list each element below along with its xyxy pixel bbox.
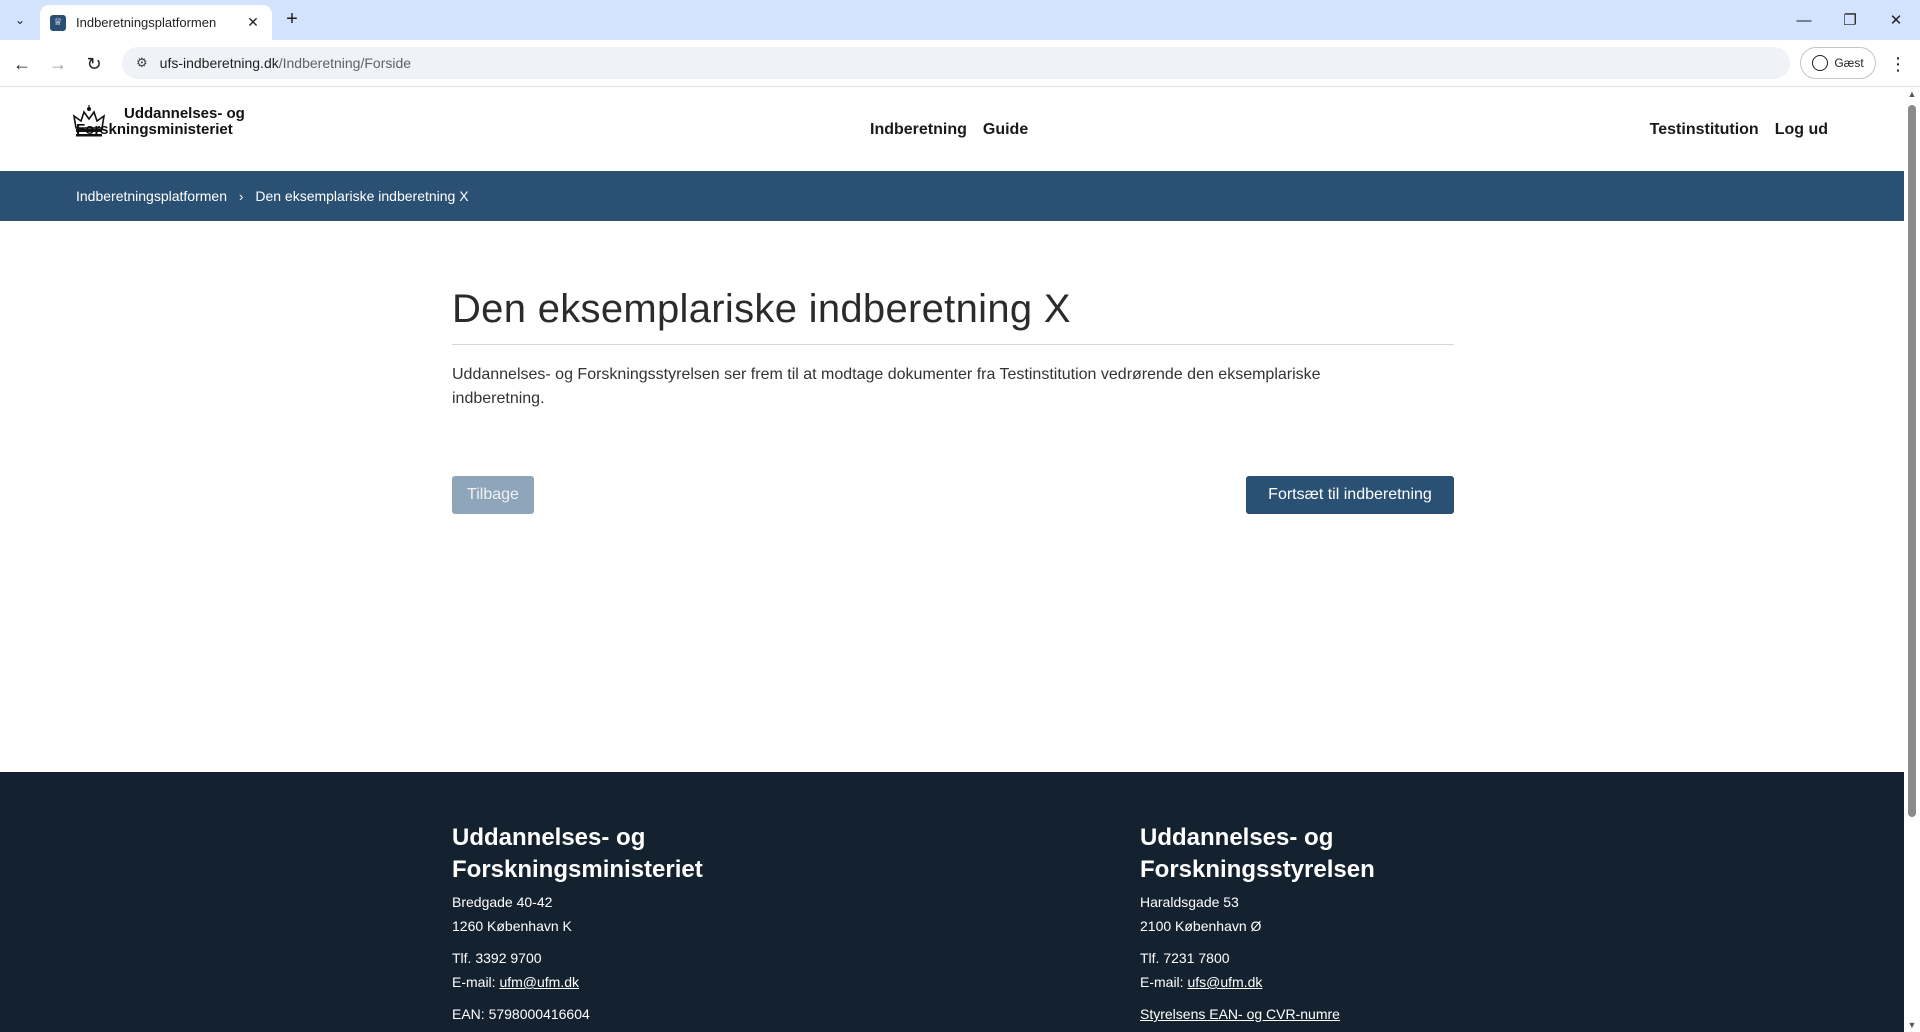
logo-text: Uddannelses- og Forskningsministeriet: [76, 105, 245, 138]
footer-ministry-city: 1260 København K: [452, 918, 572, 934]
footer-agency-ean-row: Styrelsens EAN- og CVR-numre: [1140, 1002, 1540, 1026]
forward-arrow-icon[interactable]: →: [44, 50, 72, 78]
footer-ministry-ean: EAN: 5798000416604: [452, 1006, 590, 1022]
profile-button[interactable]: Gæst: [1800, 47, 1876, 79]
page-scrollbar[interactable]: ▲ ▼: [1904, 87, 1920, 1032]
logo-line-1: Uddannelses- og: [124, 105, 245, 122]
footer-ministry-name-line-1: Uddannelses- og: [452, 824, 646, 851]
intro-text: Uddannelses- og Forskningsstyrelsen ser …: [452, 366, 1321, 407]
tab-search-chevron-icon[interactable]: ⌄: [8, 8, 32, 32]
footer-ministry: Uddannelses- og Forskningsministeriet Br…: [452, 822, 852, 1026]
ministry-logo[interactable]: Uddannelses- og Forskningsministeriet: [72, 104, 245, 138]
footer-ministry-name-line-2: Forskningsministeriet: [452, 856, 703, 883]
restore-icon[interactable]: ❐: [1830, 6, 1870, 34]
nav-institution[interactable]: Testinstitution: [1650, 121, 1759, 139]
url-path: /Indberetning/Forside: [278, 55, 412, 71]
nav-log-out[interactable]: Log ud: [1775, 121, 1828, 139]
address-bar[interactable]: ⚙ ufs-indberetning.dk/Indberetning/Forsi…: [122, 47, 1790, 79]
browser-toolbar: ← → ↻ ⚙ ufs-indberetning.dk/Indberetning…: [0, 40, 1920, 87]
footer-agency-phone: Tlf. 7231 7800: [1140, 950, 1230, 966]
footer-ministry-email-label: E-mail:: [452, 974, 500, 990]
scroll-down-arrow-icon[interactable]: ▼: [1907, 1020, 1917, 1030]
scroll-thumb[interactable]: [1908, 105, 1916, 817]
user-nav: Testinstitution Log ud: [1650, 121, 1828, 139]
tab-title: Indberetningsplatformen: [76, 15, 217, 30]
breadcrumb-home[interactable]: Indberetningsplatformen: [76, 188, 227, 204]
footer-ministry-street: Bredgade 40-42: [452, 894, 553, 910]
footer-ministry-name: Uddannelses- og Forskningsministeriet: [452, 822, 852, 886]
page-viewport: Uddannelses- og Forskningsministeriet In…: [0, 87, 1904, 1032]
nav-guide[interactable]: Guide: [983, 121, 1028, 139]
back-arrow-icon[interactable]: ←: [8, 50, 36, 78]
nav-indberetning[interactable]: Indberetning: [870, 121, 967, 139]
footer-ministry-email-row: E-mail: ufm@ufm.dk: [452, 970, 852, 994]
crown-favicon-icon: ♕: [50, 14, 66, 31]
main-content: Den eksemplariske indberetning X Uddanne…: [452, 287, 1454, 514]
window-close-icon[interactable]: ✕: [1876, 6, 1916, 34]
url-host: ufs-indberetning.dk: [159, 55, 279, 71]
footer-ministry-phone: Tlf. 3392 9700: [452, 950, 542, 966]
footer-agency-name-line-2: Forskningsstyrelsen: [1140, 856, 1375, 883]
site-footer: Uddannelses- og Forskningsministeriet Br…: [0, 772, 1904, 1032]
logo-line-2: Forskningsministeriet: [76, 121, 233, 138]
browser-menu-icon[interactable]: ⋮: [1884, 50, 1912, 78]
footer-agency-name-line-1: Uddannelses- og: [1140, 824, 1334, 851]
footer-agency-name: Uddannelses- og Forskningsstyrelsen: [1140, 822, 1540, 886]
footer-agency-street: Haraldsgade 53: [1140, 894, 1239, 910]
back-button[interactable]: Tilbage: [452, 476, 534, 514]
new-tab-plus-icon[interactable]: +: [280, 8, 304, 32]
site-header: Uddannelses- og Forskningsministeriet In…: [0, 87, 1904, 171]
breadcrumb: Indberetningsplatformen › Den eksemplari…: [0, 171, 1904, 221]
breadcrumb-current: Den eksemplariske indberetning X: [255, 188, 469, 204]
site-info-icon[interactable]: ⚙: [136, 55, 148, 71]
footer-agency-ean-link[interactable]: Styrelsens EAN- og CVR-numre: [1140, 1006, 1340, 1022]
profile-avatar-icon: [1812, 55, 1829, 71]
footer-agency-email-label: E-mail:: [1140, 974, 1188, 990]
scroll-up-arrow-icon[interactable]: ▲: [1907, 89, 1917, 99]
continue-button[interactable]: Fortsæt til indberetning: [1246, 476, 1454, 514]
footer-agency-email-row: E-mail: ufs@ufm.dk: [1140, 970, 1540, 994]
footer-agency-email-link[interactable]: ufs@ufm.dk: [1187, 974, 1262, 990]
breadcrumb-chevron-icon: ›: [239, 188, 244, 204]
footer-agency-city: 2100 København Ø: [1140, 918, 1262, 934]
reload-icon[interactable]: ↻: [80, 50, 108, 78]
footer-agency: Uddannelses- og Forskningsstyrelsen Hara…: [1140, 822, 1540, 1026]
browser-tab-bar: ⌄ ♕ Indberetningsplatformen ✕ + — ❐ ✕: [0, 0, 1920, 40]
minimize-icon[interactable]: —: [1784, 6, 1824, 34]
page-title: Den eksemplariske indberetning X: [452, 287, 1454, 345]
main-nav: Indberetning Guide: [870, 121, 1028, 139]
browser-tab[interactable]: ♕ Indberetningsplatformen ✕: [40, 5, 272, 40]
profile-label: Gæst: [1834, 56, 1864, 70]
footer-ministry-email-link[interactable]: ufm@ufm.dk: [499, 974, 579, 990]
tab-close-icon[interactable]: ✕: [244, 14, 262, 31]
